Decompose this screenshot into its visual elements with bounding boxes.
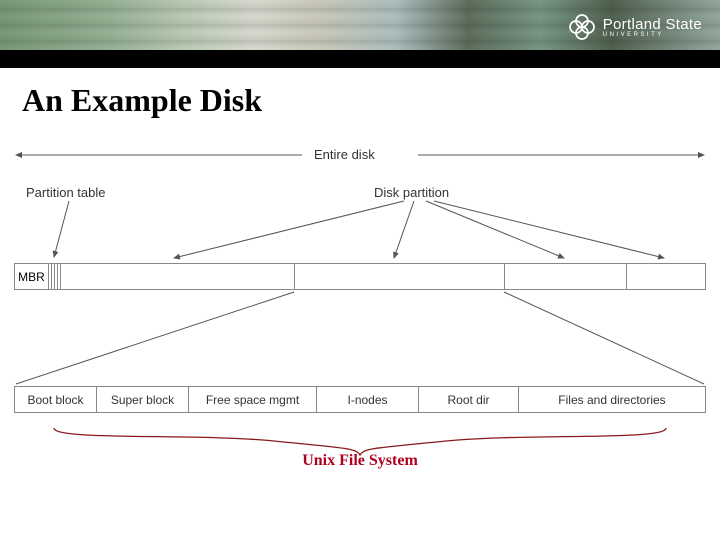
root-dir-cell: Root dir [419, 387, 519, 412]
partition-1 [61, 264, 295, 289]
unix-file-system-label: Unix File System [14, 452, 706, 470]
entire-disk-label: Entire disk [314, 147, 375, 162]
logo-text: Portland State UNIVERSITY [603, 16, 702, 38]
filesystem-bar: Boot block Super block Free space mgmt I… [14, 386, 706, 413]
mbr-label: MBR [18, 270, 45, 284]
partition-4 [627, 264, 705, 289]
university-logo: Portland State UNIVERSITY [567, 12, 702, 42]
boot-block-cell: Boot block [15, 387, 97, 412]
diagram-arrows [14, 145, 706, 485]
university-name: Portland State [603, 16, 702, 33]
slide-title: An Example Disk [22, 82, 720, 119]
disk-partition-label: Disk partition [374, 185, 449, 200]
partition-2 [295, 264, 505, 289]
mbr-segment: MBR [15, 264, 49, 289]
logo-mark-icon [567, 12, 597, 42]
disk-diagram: Entire disk Partition table Disk partiti… [14, 145, 706, 485]
disk-bar: MBR [14, 263, 706, 290]
partition-3 [505, 264, 627, 289]
files-dirs-cell: Files and directories [519, 387, 705, 412]
banner-black-bar [0, 50, 720, 68]
super-block-cell: Super block [97, 387, 189, 412]
partition-table-segment [49, 264, 61, 289]
partition-table-label: Partition table [26, 185, 106, 200]
banner: Portland State UNIVERSITY [0, 0, 720, 68]
inodes-cell: I-nodes [317, 387, 419, 412]
free-space-cell: Free space mgmt [189, 387, 317, 412]
